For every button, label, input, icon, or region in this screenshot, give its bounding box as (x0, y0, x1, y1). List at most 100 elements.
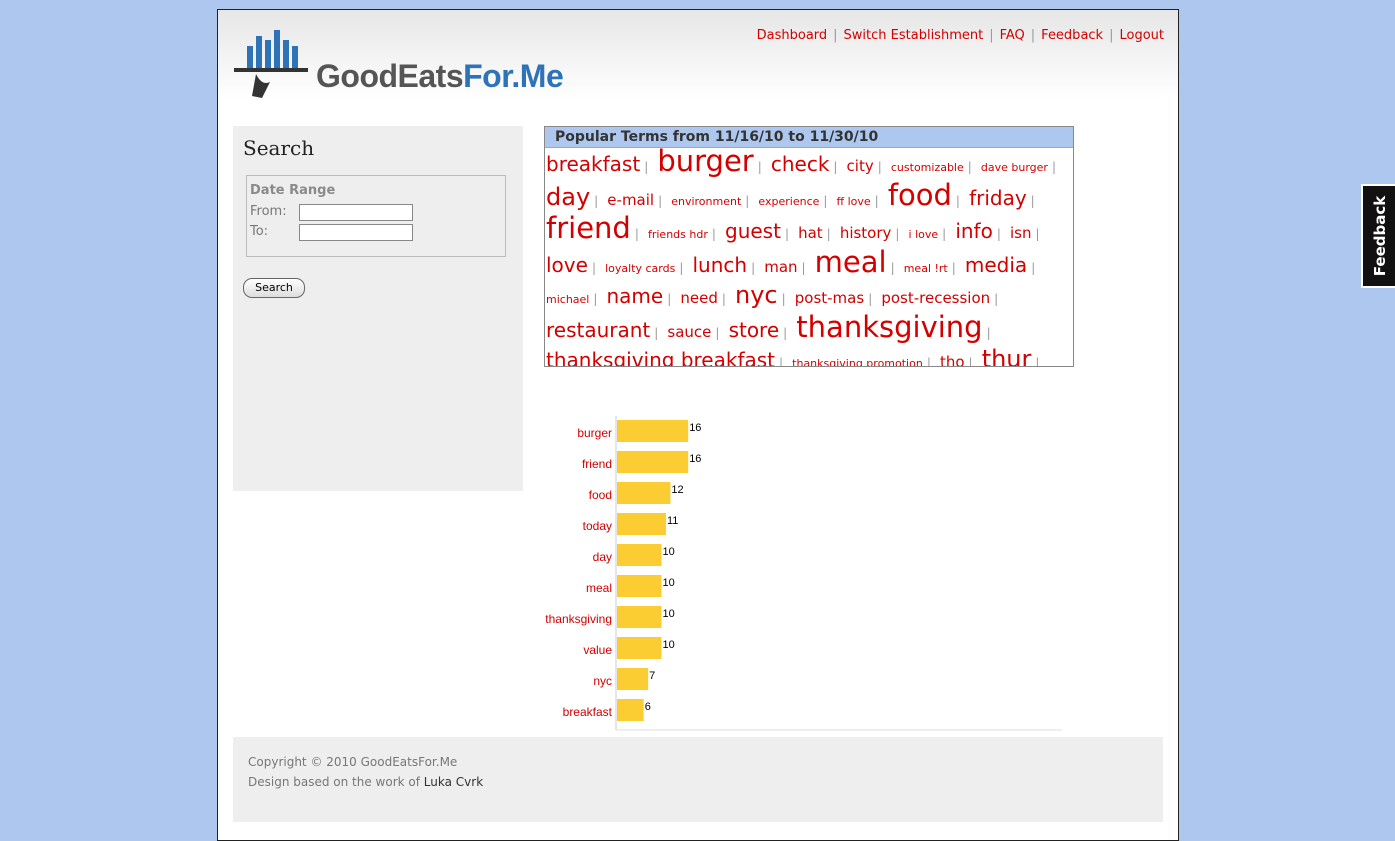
cloud-term[interactable]: thanksgiving (796, 310, 982, 344)
cloud-separator: | (711, 227, 716, 241)
cloud-term[interactable]: isn (1010, 224, 1032, 242)
cloud-term[interactable]: i love (909, 228, 939, 241)
cloud-term[interactable]: name (607, 284, 664, 308)
cloud-separator: | (784, 227, 789, 241)
feedback-side-tab[interactable]: Feedback (1361, 184, 1395, 288)
cloud-term[interactable]: breakfast (546, 152, 640, 176)
cloud-separator: | (745, 193, 750, 208)
cloud-separator: | (783, 325, 788, 340)
chart-value-label: 12 (671, 484, 683, 496)
logo[interactable]: GoodEatsFor.Me (232, 24, 564, 104)
cloud-term[interactable]: guest (725, 219, 781, 243)
chart-bar (617, 482, 671, 504)
chart-category-label: thanksgiving (545, 612, 612, 626)
cloud-term[interactable]: e-mail (607, 191, 654, 209)
from-label: From: (250, 204, 287, 219)
cloud-term[interactable]: experience (758, 195, 819, 208)
cloud-separator: | (1031, 260, 1036, 275)
to-date-input[interactable] (299, 224, 413, 241)
chart-bar (617, 544, 662, 566)
cloud-term[interactable]: friend (546, 211, 631, 245)
cloud-term[interactable]: check (771, 152, 830, 176)
cloud-term[interactable]: friday (969, 186, 1027, 210)
cloud-separator: | (779, 356, 784, 367)
term-frequency-chart: burger 16 friend 16 food 12 today 11 day 10 meal 10… (545, 416, 1062, 731)
cloud-separator: | (594, 193, 599, 208)
cloud-separator: | (634, 227, 639, 241)
cloud-term[interactable]: thanksgiving promotion (792, 357, 923, 366)
nav-switch-establishment[interactable]: Switch Establishment (844, 28, 984, 43)
cloud-term[interactable]: loyalty cards (605, 262, 675, 275)
search-button[interactable]: Search (243, 278, 305, 298)
cloud-term[interactable]: media (965, 253, 1027, 277)
nav-dashboard[interactable]: Dashboard (757, 28, 828, 43)
cloud-separator: | (757, 160, 762, 174)
cloud-term[interactable]: friends hdr (648, 228, 708, 241)
cloud-separator: | (667, 292, 672, 306)
cloud-term[interactable]: lunch (692, 253, 747, 277)
cloud-term[interactable]: store (729, 318, 780, 342)
cloud-term[interactable]: sauce (667, 323, 711, 341)
cloud-term[interactable]: hat (798, 224, 823, 242)
chart-value-label: 7 (649, 670, 655, 682)
cloud-term[interactable]: info (955, 219, 993, 243)
cloud-separator: | (1035, 356, 1040, 367)
cloud-separator: | (1030, 193, 1035, 208)
cloud-term[interactable]: restaurant (546, 318, 650, 342)
design-credit-prefix: Design based on the work of (248, 775, 424, 789)
cloud-separator: | (996, 227, 1001, 241)
popular-terms-title: Popular Terms from 11/16/10 to 11/30/10 (545, 127, 1073, 148)
design-credit: Design based on the work of Luka Cvrk (248, 775, 483, 789)
cloud-term[interactable]: nyc (735, 281, 778, 309)
cloud-term[interactable]: ff love (837, 195, 871, 208)
cloud-term[interactable]: post-mas (795, 289, 864, 307)
cloud-separator: | (895, 227, 900, 241)
nav-logout[interactable]: Logout (1119, 28, 1164, 43)
footer: Copyright © 2010 GoodEatsFor.Me Design b… (233, 737, 1163, 822)
cloud-term[interactable]: meal (815, 245, 887, 279)
cloud-term[interactable]: michael (546, 293, 589, 306)
chart-category-label: nyc (593, 674, 612, 688)
cloud-separator: | (1051, 160, 1057, 174)
cloud-term[interactable]: meal !rt (904, 262, 948, 275)
cloud-separator: | (877, 160, 882, 174)
cloud-term[interactable]: burger (657, 144, 753, 178)
chart-category-label: meal (586, 581, 612, 595)
cloud-term[interactable]: thur (982, 345, 1032, 366)
design-author-link[interactable]: Luka Cvrk (424, 775, 483, 789)
cloud-term[interactable]: man (764, 258, 797, 276)
cloud-term[interactable]: post-recession (881, 289, 990, 307)
chart-bar (617, 575, 662, 597)
cloud-separator: | (955, 193, 960, 208)
cloud-term[interactable]: food (888, 178, 952, 212)
cloud-term[interactable]: love (546, 253, 588, 277)
date-range-fieldset: Date Range From: To: (246, 175, 506, 257)
popular-terms-box: Popular Terms from 11/16/10 to 11/30/10 … (544, 126, 1074, 367)
cloud-term[interactable]: customizable (891, 161, 964, 174)
cloud-term[interactable]: tho (940, 353, 965, 366)
cloud-term[interactable]: environment (671, 195, 741, 208)
cloud-term[interactable]: thanksgiving breakfast (546, 348, 775, 366)
from-date-input[interactable] (299, 204, 413, 221)
chart-bar (617, 606, 662, 628)
chart-bar (617, 699, 644, 721)
nav-faq[interactable]: FAQ (1000, 28, 1025, 43)
chart-category-label: friend (582, 457, 612, 471)
cloud-separator: | (826, 227, 831, 241)
cloud-term[interactable]: dave burger (981, 161, 1048, 174)
feedback-tab-label: Feedback (1371, 195, 1389, 277)
nav-feedback[interactable]: Feedback (1041, 28, 1103, 43)
chart-category-label: food (589, 488, 612, 502)
cloud-term[interactable]: need (680, 289, 718, 307)
sidebar-title: Search (243, 136, 315, 160)
cloud-term[interactable]: city (847, 157, 874, 175)
cloud-term[interactable]: day (546, 183, 590, 211)
chart-value-label: 10 (663, 546, 675, 558)
chart-value-label: 16 (689, 422, 701, 434)
cloud-separator: | (968, 356, 973, 367)
cloud-term[interactable]: history (840, 224, 892, 242)
cloud-separator: | (868, 292, 873, 306)
page-container: GoodEatsFor.Me Dashboard | Switch Establis… (217, 9, 1179, 841)
logo-text: GoodEatsFor.Me (316, 58, 564, 94)
chart-category-label: burger (577, 426, 612, 440)
